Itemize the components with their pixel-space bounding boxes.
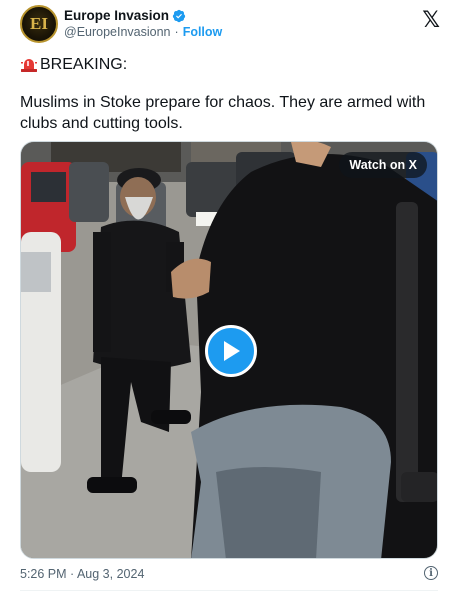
breaking-label: BREAKING: bbox=[40, 56, 128, 73]
video-player[interactable]: Watch on X bbox=[20, 141, 438, 559]
police-siren-icon bbox=[21, 59, 37, 72]
handle-row: @EuropeInvasionn · Follow bbox=[64, 24, 222, 41]
watch-on-x-button[interactable]: Watch on X bbox=[339, 152, 427, 178]
handle[interactable]: @EuropeInvasionn bbox=[64, 24, 171, 41]
tweet-card: EI Europe Invasion @EuropeInvasionn · Fo… bbox=[0, 0, 458, 600]
info-icon[interactable]: i bbox=[424, 566, 438, 580]
author-names: Europe Invasion @EuropeInvasionn · Follo… bbox=[64, 7, 222, 41]
avatar-initials: EI bbox=[30, 14, 48, 33]
follow-button[interactable]: Follow bbox=[183, 24, 223, 41]
display-name-row: Europe Invasion bbox=[64, 7, 222, 24]
play-button[interactable] bbox=[205, 325, 257, 377]
play-icon bbox=[224, 341, 240, 361]
tweet-timestamp[interactable]: 5:26 PM · Aug 3, 2024 bbox=[20, 567, 144, 581]
tweet-text: Muslims in Stoke prepare for chaos. They… bbox=[20, 94, 426, 132]
verified-badge-icon bbox=[172, 9, 186, 22]
breaking-line: BREAKING: bbox=[20, 56, 127, 74]
display-name[interactable]: Europe Invasion bbox=[64, 7, 169, 24]
divider bbox=[20, 590, 438, 591]
info-icon-glyph: i bbox=[429, 567, 433, 579]
avatar[interactable]: EI bbox=[20, 5, 58, 43]
x-logo-icon[interactable]: 𝕏 bbox=[422, 8, 440, 33]
separator: · bbox=[174, 25, 179, 39]
tweet-header: EI Europe Invasion @EuropeInvasionn · Fo… bbox=[20, 4, 442, 44]
